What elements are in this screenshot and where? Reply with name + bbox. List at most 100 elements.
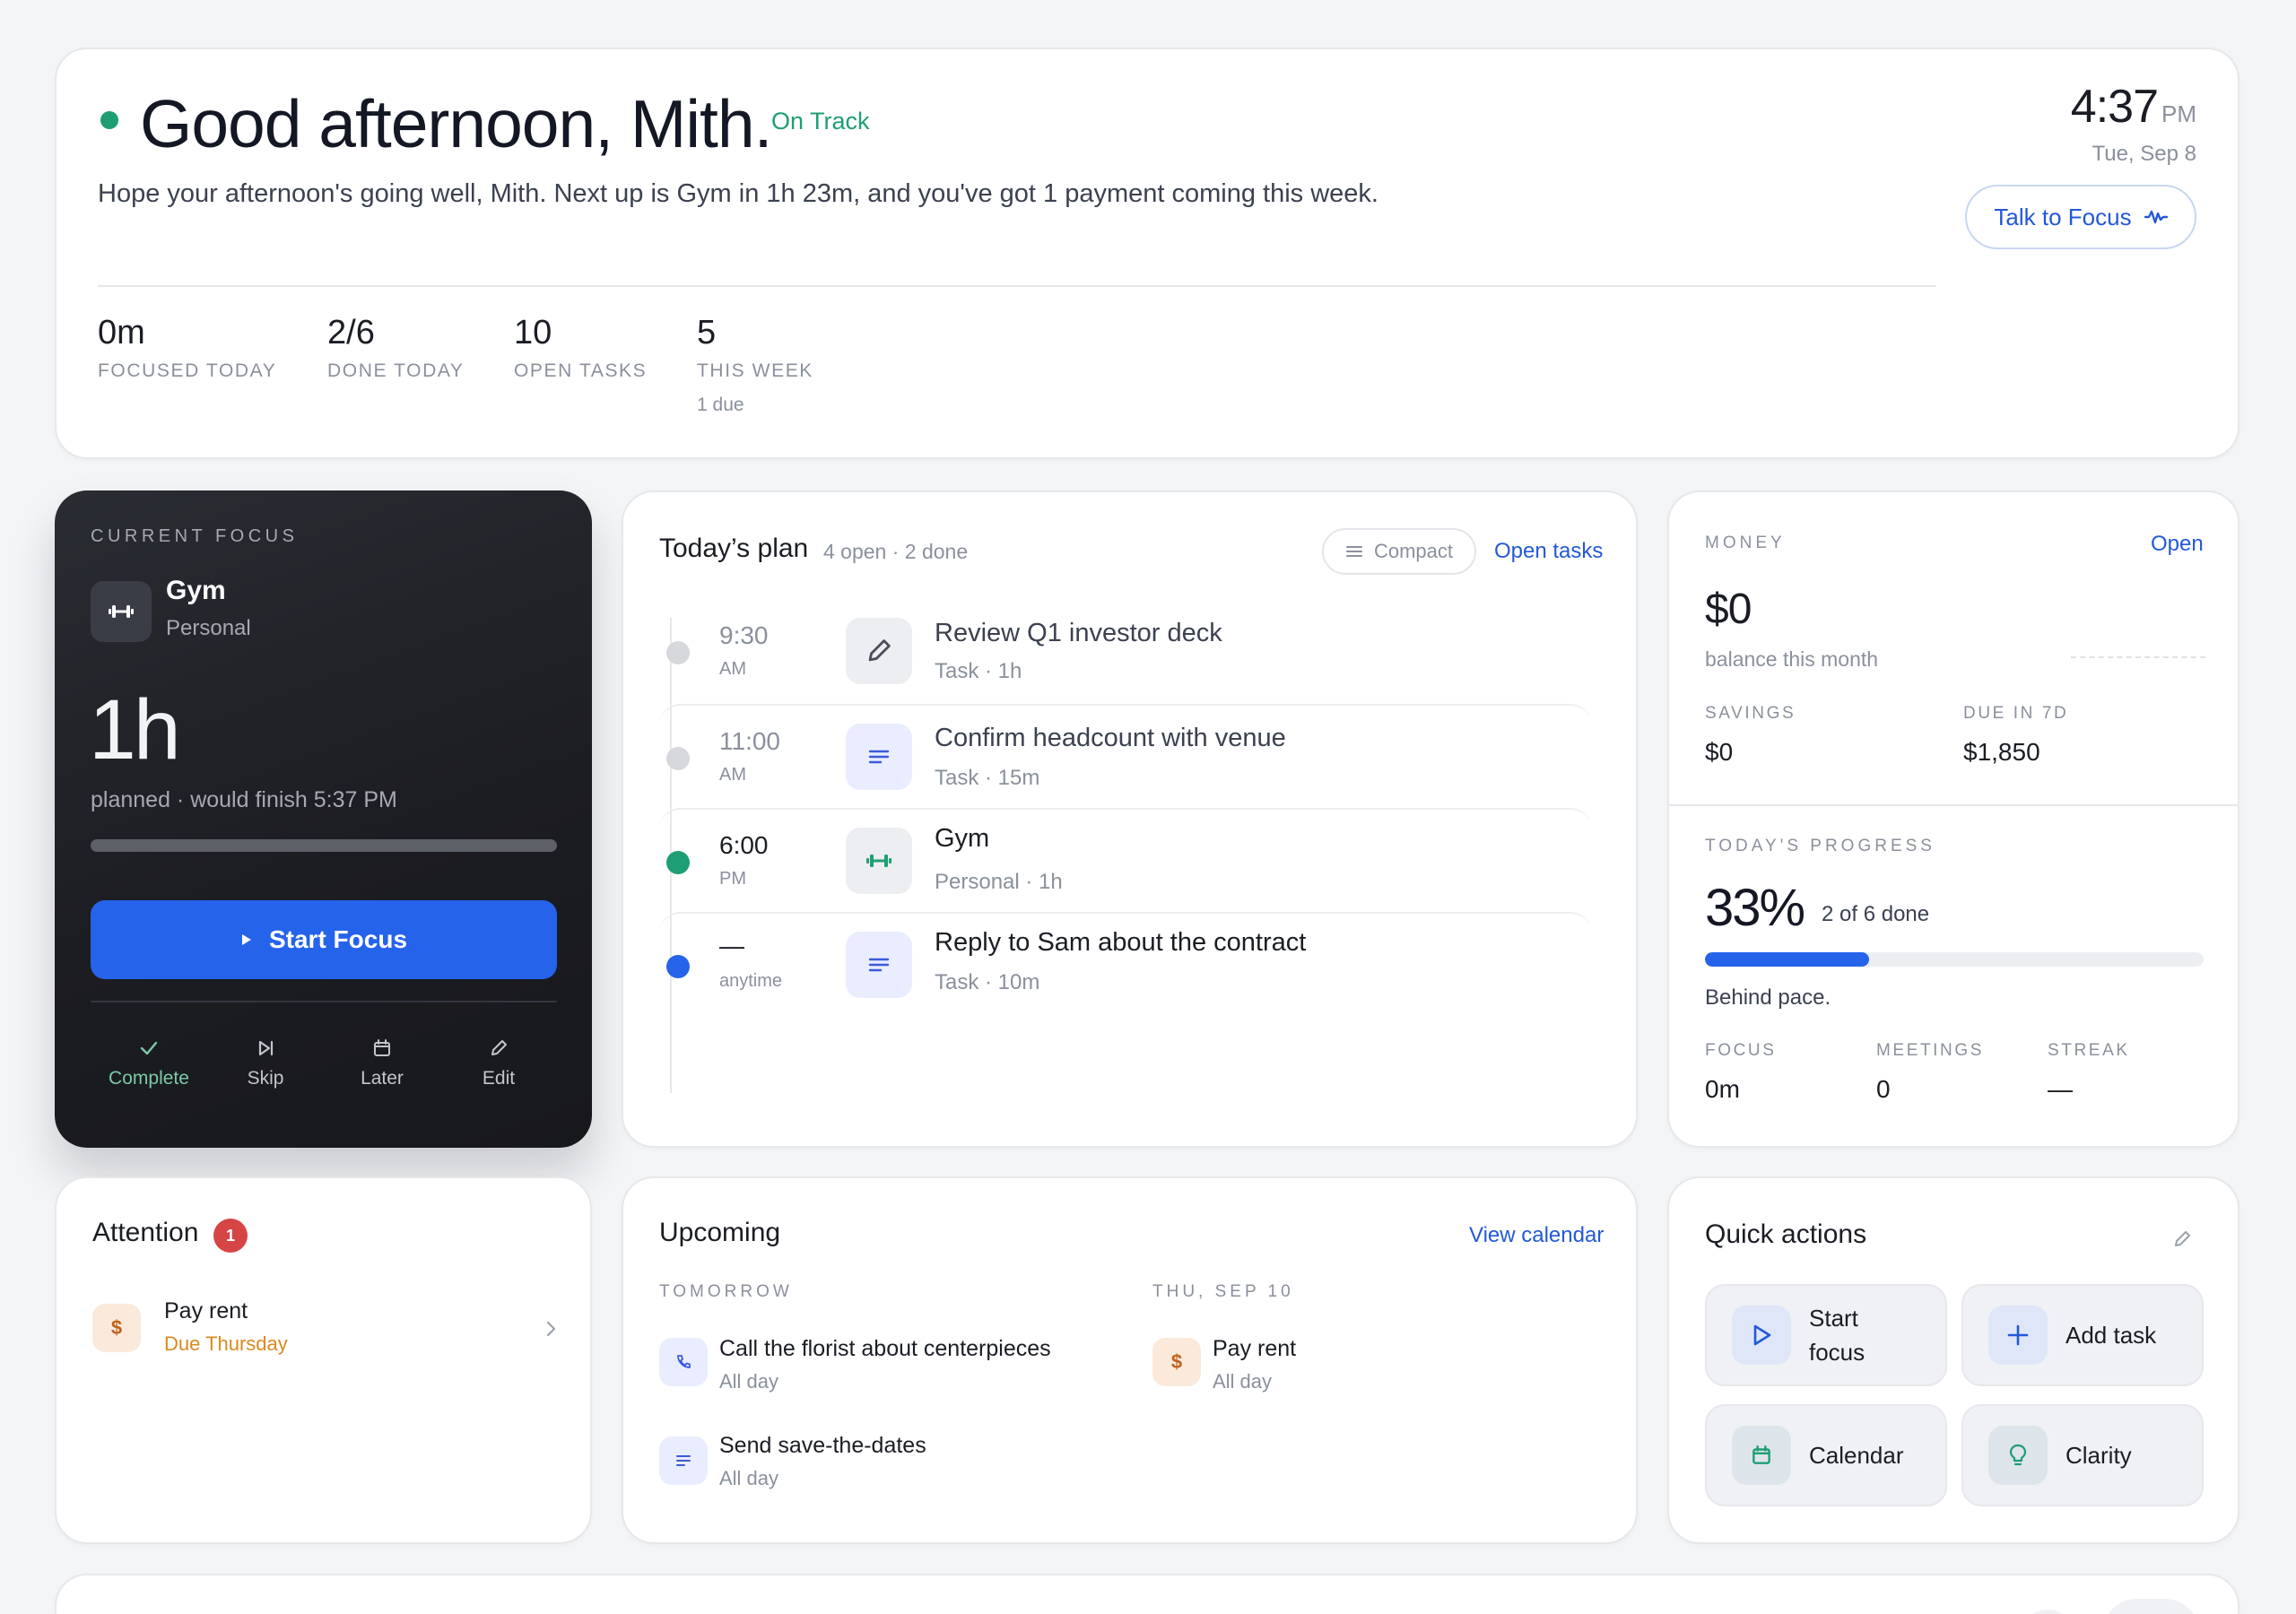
attention-item-name: Pay rent	[164, 1298, 248, 1323]
next-section-card	[55, 1574, 2239, 1614]
upcoming-card: Upcoming View calendar TOMORROW THU, SEP…	[622, 1176, 1638, 1544]
progress-note: Behind pace.	[1705, 985, 1831, 1010]
quick-start-focus-button[interactable]: Start focus	[1705, 1284, 1947, 1386]
menu-icon	[1345, 546, 1362, 557]
upcoming-item-sub: All day	[1213, 1370, 1273, 1393]
divider	[98, 285, 1936, 287]
talk-to-focus-label: Talk to Focus	[1994, 203, 2132, 230]
pencil-icon	[846, 618, 912, 684]
plan-ampm: AM	[719, 765, 746, 785]
greeting-card: Good afternoon, Mith. On Track Hope your…	[55, 48, 2239, 459]
progress-bar	[1705, 952, 2204, 967]
focus-actions: Complete Skip Later Edit	[91, 1037, 557, 1089]
pencil-icon[interactable]	[2171, 1228, 2193, 1250]
quick-add-task-button[interactable]: Add task	[1961, 1284, 2204, 1386]
plan-item-name: Review Q1 investor deck	[935, 619, 1222, 647]
stat-value: 5	[697, 314, 717, 351]
stat-value: 2/6	[327, 314, 375, 351]
upcoming-item-name: Send save-the-dates	[719, 1433, 926, 1458]
upcoming-item[interactable]: Call the florist about centerpieces All …	[659, 1327, 1126, 1399]
quick-calendar-button[interactable]: Calendar	[1705, 1404, 1947, 1506]
money-card: MONEY Open $0 balance this month SAVINGS…	[1667, 490, 2239, 1148]
money-open-link[interactable]: Open	[2151, 532, 2204, 557]
plan-time: —	[719, 932, 744, 959]
timeline-dot	[666, 851, 690, 874]
quick-action-label: Start focus	[1809, 1305, 1866, 1366]
plan-time: 11:00	[719, 727, 780, 755]
chevron-right-icon	[546, 1321, 556, 1337]
compact-toggle[interactable]: Compact	[1322, 528, 1476, 575]
skip-label: Skip	[247, 1068, 284, 1089]
plan-item[interactable]: 9:30 AM Review Q1 investor deck Task · 1…	[659, 612, 1592, 716]
quick-action-label: Calendar	[1809, 1441, 1904, 1469]
attention-card: Attention 1 $ Pay rent Due Thursday	[55, 1176, 592, 1544]
metric-value: 0	[1876, 1075, 1891, 1103]
clock-date: Tue, Sep 8	[2092, 142, 2196, 166]
savings-label: SAVINGS	[1705, 704, 1796, 723]
quick-clarity-button[interactable]: Clarity	[1961, 1404, 2204, 1506]
upcoming-title: Upcoming	[659, 1218, 781, 1247]
clock-ampm: PM	[2161, 100, 2196, 127]
plan-item-sub: Task · 15m	[935, 766, 1040, 790]
phone-icon	[659, 1338, 708, 1386]
quick-actions-card: Quick actions Start focus Add task Calen…	[1667, 1176, 2239, 1544]
plan-item-name: Confirm headcount with venue	[935, 724, 1286, 752]
toolbar-pill[interactable]	[2101, 1599, 2200, 1614]
plan-ampm: anytime	[719, 971, 783, 991]
stat-done-today: 2/6 DONE TODAY	[327, 309, 465, 382]
plan-time: 6:00	[719, 831, 769, 859]
pencil-icon	[491, 1040, 507, 1055]
lines-icon	[659, 1436, 708, 1485]
start-focus-button[interactable]: Start Focus	[91, 900, 557, 979]
plan-item-name: Reply to Sam about the contract	[935, 928, 1307, 957]
upcoming-item[interactable]: $ Pay rent All day	[1152, 1327, 1583, 1399]
toolbar-pill[interactable]	[2021, 1610, 2074, 1614]
later-button[interactable]: Later	[324, 1037, 440, 1089]
attention-count-badge: 1	[213, 1219, 248, 1253]
current-focus-card: CURRENT FOCUS Gym Personal 1h planned · …	[55, 490, 592, 1148]
stat-label: DONE TODAY	[327, 360, 465, 382]
thu-label: THU, SEP 10	[1152, 1282, 1294, 1301]
money-eyebrow: MONEY	[1705, 534, 1786, 552]
stat-label: OPEN TASKS	[514, 360, 648, 382]
lines-icon	[846, 932, 912, 998]
edit-button[interactable]: Edit	[440, 1037, 557, 1089]
play-icon	[241, 934, 251, 945]
greeting-summary: Hope your afternoon's going well, Mith. …	[98, 179, 1378, 208]
view-calendar-link[interactable]: View calendar	[1469, 1223, 1604, 1248]
attention-item[interactable]: $ Pay rent Due Thursday	[92, 1293, 559, 1365]
quick-action-label: Add task	[2066, 1321, 2157, 1349]
calendar-icon	[374, 1039, 390, 1056]
later-label: Later	[361, 1068, 404, 1089]
talk-to-focus-button[interactable]: Talk to Focus	[1965, 185, 2196, 249]
plan-item[interactable]: — anytime Reply to Sam about the contrac…	[659, 912, 1592, 1016]
timeline-dot	[666, 641, 690, 664]
progress-percent: 33%	[1705, 879, 1805, 937]
progress-bar-fill	[1705, 952, 1870, 967]
plan-item-sub: Task · 1h	[935, 659, 1022, 683]
plan-item[interactable]: 11:00 AM Confirm headcount with venue Ta…	[659, 704, 1592, 808]
stat-label: FOCUSED TODAY	[98, 360, 277, 382]
complete-label: Complete	[109, 1068, 189, 1089]
open-tasks-link[interactable]: Open tasks	[1494, 539, 1603, 564]
skip-button[interactable]: Skip	[207, 1037, 324, 1089]
dollar-icon: $	[92, 1304, 141, 1352]
upcoming-item-sub: All day	[719, 1370, 779, 1393]
progress-eyebrow: TODAY'S PROGRESS	[1705, 837, 1935, 855]
focus-note: planned · would finish 5:37 PM	[91, 787, 397, 812]
lines-icon	[846, 724, 912, 790]
compact-label: Compact	[1373, 540, 1454, 562]
tomorrow-label: TOMORROW	[659, 1282, 793, 1301]
plan-item[interactable]: 6:00 PM Gym Personal · 1h	[659, 808, 1592, 912]
play-icon	[1732, 1306, 1791, 1365]
focus-progress-bar	[91, 839, 557, 852]
metric-label: STREAK	[2048, 1041, 2130, 1060]
plan-time: 9:30	[719, 621, 769, 649]
timeline-dot	[666, 955, 690, 978]
upcoming-item[interactable]: Send save-the-dates All day	[659, 1426, 1126, 1497]
due-label: DUE IN 7D	[1963, 704, 2069, 723]
upcoming-item-sub: All day	[719, 1467, 779, 1489]
quick-actions-title: Quick actions	[1705, 1219, 1867, 1249]
complete-button[interactable]: Complete	[91, 1037, 207, 1089]
attention-item-sub: Due Thursday	[164, 1332, 288, 1355]
